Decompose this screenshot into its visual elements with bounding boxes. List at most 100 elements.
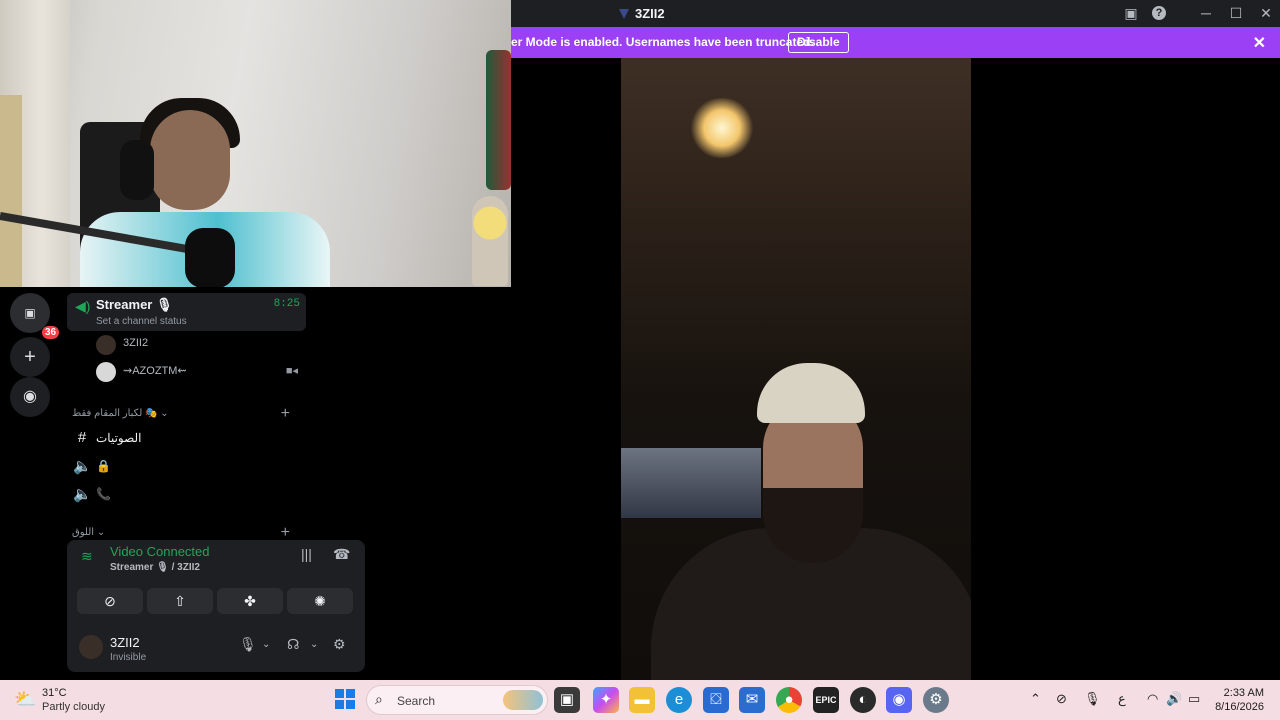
- mention-badge: 36: [42, 326, 60, 339]
- microphone-icon[interactable]: 🎙: [1084, 691, 1101, 707]
- camera-off-icon[interactable]: ⊘: [1056, 691, 1067, 707]
- task-view-icon[interactable]: ▣: [554, 687, 580, 713]
- weather-condition[interactable]: Partly cloudy: [42, 701, 105, 713]
- settings-icon[interactable]: ⚙: [923, 687, 949, 713]
- connection-channel[interactable]: Streamer 🎙 / 3ZII2: [110, 562, 200, 573]
- search-icon: ⌕: [375, 691, 383, 707]
- chrome-icon[interactable]: ●: [776, 687, 802, 713]
- create-channel-icon[interactable]: +: [281, 405, 290, 423]
- close-window-button[interactable]: ✕: [1257, 4, 1275, 22]
- camera-off-button[interactable]: ⊘: [77, 588, 143, 614]
- folder-icon: ▣: [24, 306, 36, 320]
- channel-voice[interactable]: 🔈 📞: [73, 483, 303, 507]
- car-light: [689, 98, 755, 158]
- battery-icon[interactable]: ▭: [1188, 691, 1200, 707]
- headset: [120, 140, 154, 200]
- window-title: 3ZII2: [635, 6, 665, 21]
- video-camera-icon: ■◂: [285, 365, 298, 377]
- close-banner-icon[interactable]: ✕: [1253, 33, 1266, 53]
- channel-label: الصوتيات: [96, 431, 142, 445]
- channel-sidebar: ◀) Streamer 🎙 Set a channel status 8:25 …: [60, 287, 365, 680]
- connection-status[interactable]: Video Connected: [110, 544, 210, 559]
- channel-voice[interactable]: 🔈 🔒: [73, 455, 303, 479]
- voice-member[interactable]: 3ZII2: [96, 333, 306, 357]
- server-list: ▣ 36 + ◉: [0, 287, 60, 680]
- app-icon[interactable]: ◐: [850, 687, 876, 713]
- username[interactable]: 3ZII2: [110, 635, 140, 650]
- weather-icon[interactable]: ⛅: [14, 689, 36, 710]
- chevron-down-icon[interactable]: ⌄: [262, 639, 270, 650]
- trophy: [472, 196, 508, 286]
- member-name: 3ZII2: [123, 337, 149, 349]
- gear-icon[interactable]: ⚙: [333, 636, 346, 653]
- epic-games-icon[interactable]: EPIC: [813, 687, 839, 713]
- activities-button[interactable]: ✤: [217, 588, 283, 614]
- avatar[interactable]: [79, 635, 103, 659]
- wifi-icon[interactable]: ◠: [1147, 691, 1158, 707]
- streamer-mode-banner: er Mode is enabled. Usernames have been …: [511, 27, 1280, 58]
- title-bar: 3ZII2 ▣ ? ─ ☐ ✕: [511, 0, 1280, 27]
- minimize-button[interactable]: ─: [1197, 4, 1215, 22]
- voice-channel-name: Streamer 🎙: [96, 297, 173, 312]
- category-header[interactable]: لكبار المقام فقط 🎭 ⌄ +: [72, 405, 302, 424]
- screen-share-button[interactable]: ⇧: [147, 588, 213, 614]
- chevron-down-icon: ⌄: [160, 408, 169, 419]
- search-highlight-image: [503, 690, 543, 710]
- chevron-down-icon: ⌄: [96, 527, 106, 538]
- plus-icon: +: [24, 346, 36, 368]
- discover-button[interactable]: ◉: [10, 377, 50, 417]
- microphone: [185, 228, 235, 287]
- server-folder[interactable]: ▣ 36: [10, 293, 60, 339]
- outlook-icon[interactable]: ✉: [739, 687, 765, 713]
- input-language[interactable]: ع: [1118, 691, 1126, 707]
- server-logo-icon: [619, 9, 629, 19]
- voice-connection-panel: ≋ Video Connected Streamer 🎙 / 3ZII2 |||…: [67, 540, 365, 620]
- category-label: لكبار المقام فقط 🎭: [72, 408, 158, 419]
- help-icon[interactable]: ?: [1152, 6, 1166, 20]
- channel-text[interactable]: # الصوتيات: [73, 427, 303, 451]
- car-window: [621, 448, 761, 518]
- edge-icon[interactable]: e: [666, 687, 692, 713]
- clock[interactable]: 2:33 AM 8/16/2026: [1215, 686, 1264, 714]
- inbox-icon[interactable]: ▣: [1122, 4, 1140, 22]
- file-explorer-icon[interactable]: ▬: [629, 687, 655, 713]
- chevron-up-icon[interactable]: ⌃: [1030, 691, 1041, 707]
- noise-suppression-icon[interactable]: |||: [301, 546, 312, 562]
- disconnect-icon[interactable]: ☎: [333, 546, 350, 563]
- chevron-down-icon[interactable]: ⌄: [310, 639, 318, 650]
- hash-icon: #: [77, 429, 87, 446]
- maximize-button[interactable]: ☐: [1227, 4, 1245, 22]
- voice-channel-header[interactable]: ◀) Streamer 🎙 Set a channel status 8:25: [67, 293, 306, 331]
- taskbar-search[interactable]: ⌕ Search: [366, 685, 548, 715]
- clock-date: 8/16/2026: [1215, 701, 1264, 713]
- soundboard-button[interactable]: ✺: [287, 588, 353, 614]
- discord-icon[interactable]: ◉: [886, 687, 912, 713]
- set-status-link[interactable]: Set a channel status: [96, 316, 187, 327]
- search-label: Search: [397, 694, 436, 708]
- picture-frame: [486, 50, 511, 190]
- avatar: [96, 335, 116, 355]
- voice-member[interactable]: ⇝AZOZTM⇜ ■◂: [96, 360, 306, 384]
- speaker-icon: ◀): [75, 298, 91, 314]
- user-panel: 3ZII2 Invisible 🎙 ⌄ ☊ ⌄ ⚙: [67, 620, 365, 672]
- speaker-icon: 🔈: [73, 458, 92, 475]
- taskbar: ⛅ 31°C Partly cloudy ⌕ Search ▣ ✦ ▬ e ⛋ …: [0, 680, 1280, 720]
- copilot-icon[interactable]: ✦: [593, 687, 619, 713]
- volume-icon[interactable]: 🔊: [1166, 691, 1182, 707]
- webcam-overlay: [0, 0, 511, 287]
- user-status: Invisible: [110, 652, 147, 663]
- caller-cap: [757, 363, 865, 423]
- remote-video-feed[interactable]: [621, 58, 971, 680]
- start-button[interactable]: [335, 689, 355, 709]
- headphones-icon[interactable]: ☊: [287, 636, 299, 653]
- category-label: اللوق: [72, 527, 95, 538]
- microphone-icon[interactable]: 🎙: [239, 636, 257, 653]
- store-icon[interactable]: ⛋: [703, 687, 729, 713]
- streamer-face: [150, 110, 230, 210]
- speaker-icon: 🔈: [73, 486, 92, 503]
- temperature[interactable]: 31°C: [42, 687, 67, 699]
- clock-time: 2:33 AM: [1223, 687, 1264, 699]
- member-name: ⇝AZOZTM⇜: [123, 365, 187, 377]
- add-server-button[interactable]: +: [10, 337, 50, 377]
- disable-button[interactable]: Disable: [788, 32, 849, 53]
